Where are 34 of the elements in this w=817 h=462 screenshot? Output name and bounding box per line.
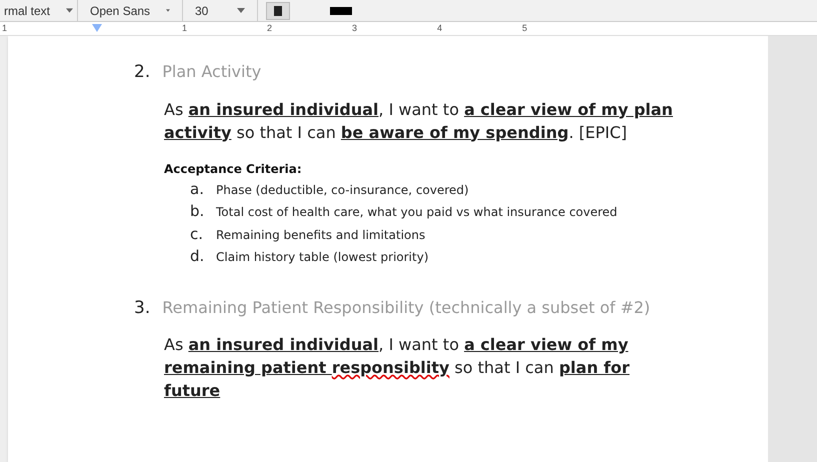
section-heading: Plan Activity <box>162 61 262 83</box>
font-dropdown[interactable]: Open Sans <box>78 0 183 21</box>
user-story: As an insured individual, I want to a clear view of my plan activity so that I can be aware of my spending. [EPIC] <box>164 98 674 144</box>
indent-marker-icon[interactable] <box>92 24 102 32</box>
ruler-number: 1 <box>2 22 8 35</box>
list-marker: d. <box>190 246 206 267</box>
user-story: As an insured individual, I want to a clear view of my remaining patient responsiblity so that I can plan for future <box>164 334 630 402</box>
size-value: 30 <box>195 2 208 20</box>
caret-icon <box>237 8 245 13</box>
heading-number: 2. <box>134 61 150 84</box>
bold-button[interactable] <box>266 2 290 20</box>
font-value: Open Sans <box>90 2 150 20</box>
list-marker: c. <box>190 224 204 244</box>
criteria-item: Remaining benefits and limitations <box>216 226 426 244</box>
ruler-number: 5 <box>522 22 528 35</box>
heading-number: 3. <box>134 296 150 320</box>
ruler-number: 4 <box>437 22 442 35</box>
ruler-number: 2 <box>267 22 272 35</box>
criteria-item: Total cost of health care, what you paid vs what insurance covered <box>216 204 618 221</box>
list-marker: b. <box>190 201 206 222</box>
criteria-heading: Acceptance Criteria: <box>164 160 303 178</box>
criteria-item: Phase (deductible, co-insurance, covered) <box>216 182 469 198</box>
criteria-item: Claim history table (lowest priority) <box>216 249 429 266</box>
ruler-number: 1 <box>182 22 188 35</box>
section-heading: Remaining Patient Responsibility (technically a subset of #2) <box>162 296 650 318</box>
style-dropdown[interactable]: rmal text <box>0 0 78 21</box>
font-size-dropdown[interactable]: 30 <box>183 0 258 21</box>
text-color-swatch[interactable] <box>330 6 352 14</box>
bold-icon <box>274 6 282 16</box>
list-marker: a. <box>190 178 205 200</box>
ruler-number: 3 <box>352 22 358 35</box>
caret-icon <box>66 8 73 13</box>
caret-icon <box>166 8 170 13</box>
style-value: rmal text <box>4 2 50 20</box>
